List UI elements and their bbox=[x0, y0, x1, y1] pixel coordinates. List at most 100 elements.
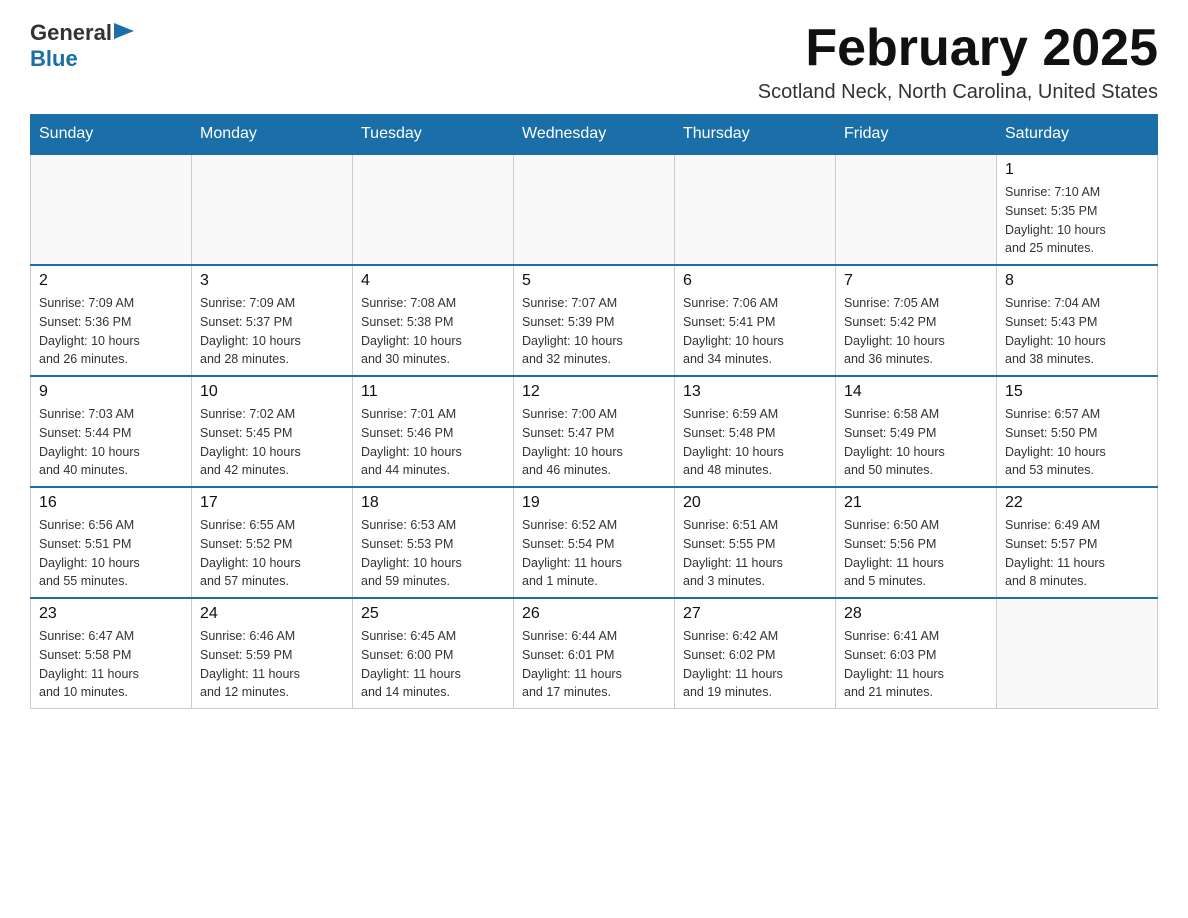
day-number: 20 bbox=[683, 494, 827, 512]
calendar-cell: 13 Sunrise: 6:59 AMSunset: 5:48 PMDayligh… bbox=[675, 376, 836, 487]
weekday-header-monday: Monday bbox=[192, 115, 353, 155]
calendar-cell bbox=[836, 154, 997, 265]
day-info: Sunrise: 6:45 AMSunset: 6:00 PMDaylight:… bbox=[361, 627, 505, 702]
calendar-cell: 28Sunrise: 6:41 AMSunset: 6:03 PMDayligh… bbox=[836, 598, 997, 709]
day-number: 15 bbox=[1005, 383, 1149, 401]
calendar-cell: 10 Sunrise: 7:02 AMSunset: 5:45 PMDayligh… bbox=[192, 376, 353, 487]
subtitle: Scotland Neck, North Carolina, United St… bbox=[758, 81, 1158, 104]
day-info: Sunrise: 7:01 AMSunset: 5:46 PMDaylight:… bbox=[361, 405, 505, 480]
calendar-week-2: 2 Sunrise: 7:09 AMSunset: 5:36 PMDaylight… bbox=[31, 265, 1158, 376]
logo-top: General bbox=[30, 20, 134, 46]
calendar-cell: 27 Sunrise: 6:42 AMSunset: 6:02 PMDayligh… bbox=[675, 598, 836, 709]
day-info: Sunrise: 6:47 AMSunset: 5:58 PMDaylight:… bbox=[39, 627, 183, 702]
day-number: 24 bbox=[200, 605, 344, 623]
day-info: Sunrise: 7:08 AMSunset: 5:38 PMDaylight:… bbox=[361, 294, 505, 369]
calendar-cell: 16 Sunrise: 6:56 AMSunset: 5:51 PMDayligh… bbox=[31, 487, 192, 598]
day-info: Sunrise: 7:04 AMSunset: 5:43 PMDaylight:… bbox=[1005, 294, 1149, 369]
day-number: 26 bbox=[522, 605, 666, 623]
calendar-week-4: 16 Sunrise: 6:56 AMSunset: 5:51 PMDayligh… bbox=[31, 487, 1158, 598]
weekday-header-sunday: Sunday bbox=[31, 115, 192, 155]
day-info: Sunrise: 6:53 AMSunset: 5:53 PMDaylight:… bbox=[361, 516, 505, 591]
logo-blue-text: Blue bbox=[30, 46, 78, 72]
weekday-header-saturday: Saturday bbox=[997, 115, 1158, 155]
day-info: Sunrise: 6:50 AMSunset: 5:56 PMDaylight:… bbox=[844, 516, 988, 591]
calendar-cell: 11 Sunrise: 7:01 AMSunset: 5:46 PMDayligh… bbox=[353, 376, 514, 487]
calendar-cell: 20 Sunrise: 6:51 AMSunset: 5:55 PMDayligh… bbox=[675, 487, 836, 598]
day-number: 27 bbox=[683, 605, 827, 623]
day-info: Sunrise: 7:03 AMSunset: 5:44 PMDaylight:… bbox=[39, 405, 183, 480]
main-title: February 2025 bbox=[758, 20, 1158, 77]
calendar-cell: 19 Sunrise: 6:52 AMSunset: 5:54 PMDayligh… bbox=[514, 487, 675, 598]
day-number: 19 bbox=[522, 494, 666, 512]
calendar-cell: 21 Sunrise: 6:50 AMSunset: 5:56 PMDayligh… bbox=[836, 487, 997, 598]
calendar-table: SundayMondayTuesdayWednesdayThursdayFrid… bbox=[30, 114, 1158, 709]
day-info: Sunrise: 6:56 AMSunset: 5:51 PMDaylight:… bbox=[39, 516, 183, 591]
day-number: 1 bbox=[1005, 161, 1149, 179]
day-info: Sunrise: 6:57 AMSunset: 5:50 PMDaylight:… bbox=[1005, 405, 1149, 480]
calendar-cell: 8 Sunrise: 7:04 AMSunset: 5:43 PMDaylight… bbox=[997, 265, 1158, 376]
page-header: General Blue February 2025 Scotland Neck… bbox=[30, 20, 1158, 104]
day-number: 4 bbox=[361, 272, 505, 290]
calendar-week-5: 23 Sunrise: 6:47 AMSunset: 5:58 PMDayligh… bbox=[31, 598, 1158, 709]
calendar-cell: 26 Sunrise: 6:44 AMSunset: 6:01 PMDayligh… bbox=[514, 598, 675, 709]
calendar-cell: 4 Sunrise: 7:08 AMSunset: 5:38 PMDaylight… bbox=[353, 265, 514, 376]
day-info: Sunrise: 6:55 AMSunset: 5:52 PMDaylight:… bbox=[200, 516, 344, 591]
day-number: 12 bbox=[522, 383, 666, 401]
calendar-cell: 15 Sunrise: 6:57 AMSunset: 5:50 PMDayligh… bbox=[997, 376, 1158, 487]
day-number: 6 bbox=[683, 272, 827, 290]
calendar-cell bbox=[675, 154, 836, 265]
day-info: Sunrise: 7:10 AMSunset: 5:35 PMDaylight:… bbox=[1005, 183, 1149, 258]
calendar-cell: 17Sunrise: 6:55 AMSunset: 5:52 PMDayligh… bbox=[192, 487, 353, 598]
calendar-cell bbox=[192, 154, 353, 265]
calendar-cell: 1 Sunrise: 7:10 AMSunset: 5:35 PMDaylight… bbox=[997, 154, 1158, 265]
calendar-cell: 23 Sunrise: 6:47 AMSunset: 5:58 PMDayligh… bbox=[31, 598, 192, 709]
weekday-header-thursday: Thursday bbox=[675, 115, 836, 155]
day-number: 2 bbox=[39, 272, 183, 290]
calendar-cell bbox=[514, 154, 675, 265]
day-info: Sunrise: 7:05 AMSunset: 5:42 PMDaylight:… bbox=[844, 294, 988, 369]
calendar-cell: 2 Sunrise: 7:09 AMSunset: 5:36 PMDaylight… bbox=[31, 265, 192, 376]
day-number: 13 bbox=[683, 383, 827, 401]
day-number: 23 bbox=[39, 605, 183, 623]
weekday-header-tuesday: Tuesday bbox=[353, 115, 514, 155]
weekday-header-friday: Friday bbox=[836, 115, 997, 155]
day-info: Sunrise: 6:59 AMSunset: 5:48 PMDaylight:… bbox=[683, 405, 827, 480]
calendar-cell: 22Sunrise: 6:49 AMSunset: 5:57 PMDayligh… bbox=[997, 487, 1158, 598]
calendar-cell: 3Sunrise: 7:09 AMSunset: 5:37 PMDaylight… bbox=[192, 265, 353, 376]
day-info: Sunrise: 7:00 AMSunset: 5:47 PMDaylight:… bbox=[522, 405, 666, 480]
day-info: Sunrise: 6:44 AMSunset: 6:01 PMDaylight:… bbox=[522, 627, 666, 702]
day-number: 16 bbox=[39, 494, 183, 512]
day-number: 25 bbox=[361, 605, 505, 623]
day-number: 10 bbox=[200, 383, 344, 401]
calendar-cell: 5Sunrise: 7:07 AMSunset: 5:39 PMDaylight… bbox=[514, 265, 675, 376]
day-number: 11 bbox=[361, 383, 505, 401]
calendar-cell: 7 Sunrise: 7:05 AMSunset: 5:42 PMDaylight… bbox=[836, 265, 997, 376]
calendar-week-3: 9Sunrise: 7:03 AMSunset: 5:44 PMDaylight… bbox=[31, 376, 1158, 487]
day-info: Sunrise: 7:09 AMSunset: 5:37 PMDaylight:… bbox=[200, 294, 344, 369]
day-number: 5 bbox=[522, 272, 666, 290]
calendar-cell: 24 Sunrise: 6:46 AMSunset: 5:59 PMDayligh… bbox=[192, 598, 353, 709]
day-number: 8 bbox=[1005, 272, 1149, 290]
day-number: 22 bbox=[1005, 494, 1149, 512]
calendar-cell bbox=[31, 154, 192, 265]
day-info: Sunrise: 7:09 AMSunset: 5:36 PMDaylight:… bbox=[39, 294, 183, 369]
calendar-header-row: SundayMondayTuesdayWednesdayThursdayFrid… bbox=[31, 115, 1158, 155]
weekday-header-wednesday: Wednesday bbox=[514, 115, 675, 155]
logo-flag-icon bbox=[114, 23, 134, 43]
day-info: Sunrise: 7:06 AMSunset: 5:41 PMDaylight:… bbox=[683, 294, 827, 369]
calendar-cell: 12 Sunrise: 7:00 AMSunset: 5:47 PMDayligh… bbox=[514, 376, 675, 487]
day-number: 7 bbox=[844, 272, 988, 290]
day-number: 21 bbox=[844, 494, 988, 512]
day-info: Sunrise: 6:42 AMSunset: 6:02 PMDaylight:… bbox=[683, 627, 827, 702]
logo-general-text: General bbox=[30, 20, 112, 46]
day-info: Sunrise: 6:52 AMSunset: 5:54 PMDaylight:… bbox=[522, 516, 666, 591]
day-info: Sunrise: 6:51 AMSunset: 5:55 PMDaylight:… bbox=[683, 516, 827, 591]
day-info: Sunrise: 6:41 AMSunset: 6:03 PMDaylight:… bbox=[844, 627, 988, 702]
calendar-cell: 18Sunrise: 6:53 AMSunset: 5:53 PMDayligh… bbox=[353, 487, 514, 598]
calendar-cell: 6 Sunrise: 7:06 AMSunset: 5:41 PMDaylight… bbox=[675, 265, 836, 376]
day-info: Sunrise: 6:46 AMSunset: 5:59 PMDaylight:… bbox=[200, 627, 344, 702]
day-info: Sunrise: 6:58 AMSunset: 5:49 PMDaylight:… bbox=[844, 405, 988, 480]
day-info: Sunrise: 7:02 AMSunset: 5:45 PMDaylight:… bbox=[200, 405, 344, 480]
calendar-week-1: 1 Sunrise: 7:10 AMSunset: 5:35 PMDaylight… bbox=[31, 154, 1158, 265]
calendar-cell: 9Sunrise: 7:03 AMSunset: 5:44 PMDaylight… bbox=[31, 376, 192, 487]
